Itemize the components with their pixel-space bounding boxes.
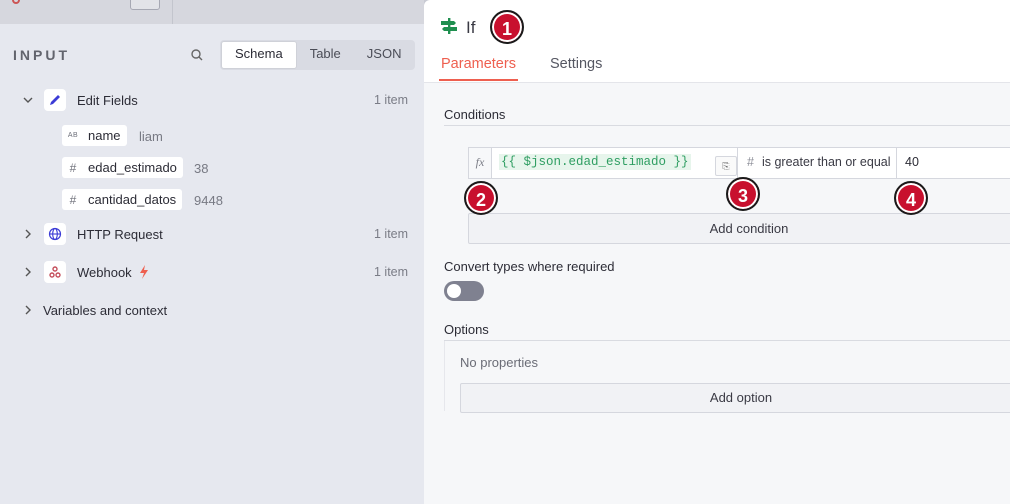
globe-icon [44, 223, 66, 245]
node-title[interactable]: If [466, 18, 475, 38]
annotation-badge-1: 1 [490, 10, 524, 44]
pencil-icon [44, 89, 66, 111]
condition-row: fx {{ $json.edad_estimado }} ⎘ # is great… [468, 147, 1010, 179]
left-value-input[interactable]: {{ $json.edad_estimado }} [499, 148, 691, 176]
drag-handle-icon[interactable]: ⎘ [715, 156, 737, 176]
item-count: 1 item [374, 265, 409, 279]
field-chip-cantidad-datos[interactable]: # cantidad_datos [62, 189, 183, 210]
chevron-right-icon[interactable] [22, 228, 34, 240]
canvas-button[interactable] [130, 0, 160, 10]
field-chip-edad-estimado[interactable]: # edad_estimado [62, 157, 183, 178]
annotation-badge-3: 3 [726, 177, 760, 211]
canvas-top-strip [0, 0, 424, 24]
node-label-http-request[interactable]: HTTP Request [77, 227, 163, 242]
tab-schema[interactable]: Schema [221, 41, 297, 69]
toggle-knob [447, 284, 461, 298]
item-count: 1 item [374, 227, 409, 241]
item-count: 1 item [374, 93, 409, 107]
tab-settings[interactable]: Settings [550, 56, 602, 81]
node-tabs: Parameters Settings [439, 56, 634, 81]
divider [444, 125, 1010, 126]
fx-icon: fx [469, 148, 492, 178]
node-label-webhook[interactable]: Webhook [77, 265, 132, 280]
right-value-input[interactable]: 40 [905, 148, 919, 176]
string-type-icon: AB [67, 132, 79, 139]
divider [444, 341, 445, 411]
field-value: 38 [194, 161, 209, 176]
field-value: liam [139, 129, 163, 144]
expression-text: {{ $json.edad_estimado }} [499, 154, 691, 170]
chevron-down-icon[interactable] [22, 94, 34, 106]
annotation-badge-4: 4 [894, 181, 928, 215]
chevron-right-icon[interactable] [22, 266, 34, 278]
if-node-icon [441, 18, 457, 34]
field-value: 9448 [194, 193, 223, 208]
operator-select[interactable]: # is greater than or equal [737, 148, 897, 178]
add-condition-button[interactable]: Add condition [468, 213, 1010, 244]
convert-types-toggle[interactable] [444, 281, 484, 301]
field-name: edad_estimado [88, 160, 177, 175]
operator-label: is greater than or equal [761, 155, 891, 169]
view-mode-tabs: Schema Table JSON [220, 40, 416, 70]
tab-table[interactable]: Table [297, 41, 354, 69]
number-type-icon: # [747, 155, 754, 169]
field-name: cantidad_datos [88, 192, 177, 207]
number-type-icon: # [69, 192, 77, 207]
node-label-edit-fields[interactable]: Edit Fields [77, 93, 138, 108]
tab-parameters[interactable]: Parameters [439, 56, 518, 81]
options-label: Options [444, 322, 489, 337]
variables-and-context[interactable]: Variables and context [43, 303, 167, 318]
field-chip-name[interactable]: AB name [62, 125, 127, 146]
field-name: name [88, 128, 121, 143]
divider [172, 0, 173, 24]
conditions-label: Conditions [444, 107, 506, 122]
webhook-icon [44, 261, 66, 283]
add-option-button[interactable]: Add option [460, 383, 1010, 413]
lightning-icon [140, 265, 148, 279]
tab-json[interactable]: JSON [354, 41, 415, 69]
chevron-right-icon[interactable] [22, 304, 34, 316]
no-properties-text: No properties [460, 355, 539, 370]
annotation-badge-2: 2 [464, 181, 498, 215]
convert-types-label: Convert types where required [444, 259, 615, 274]
n8n-logo-icon [12, 0, 20, 4]
input-panel: INPUT Schema Table JSON Edit Fields 1 it… [0, 24, 424, 504]
input-panel-title: INPUT [13, 47, 70, 63]
search-icon[interactable] [190, 48, 204, 62]
node-settings-panel: If Parameters Settings [424, 0, 1010, 504]
divider [444, 340, 1010, 341]
number-type-icon: # [69, 160, 77, 175]
